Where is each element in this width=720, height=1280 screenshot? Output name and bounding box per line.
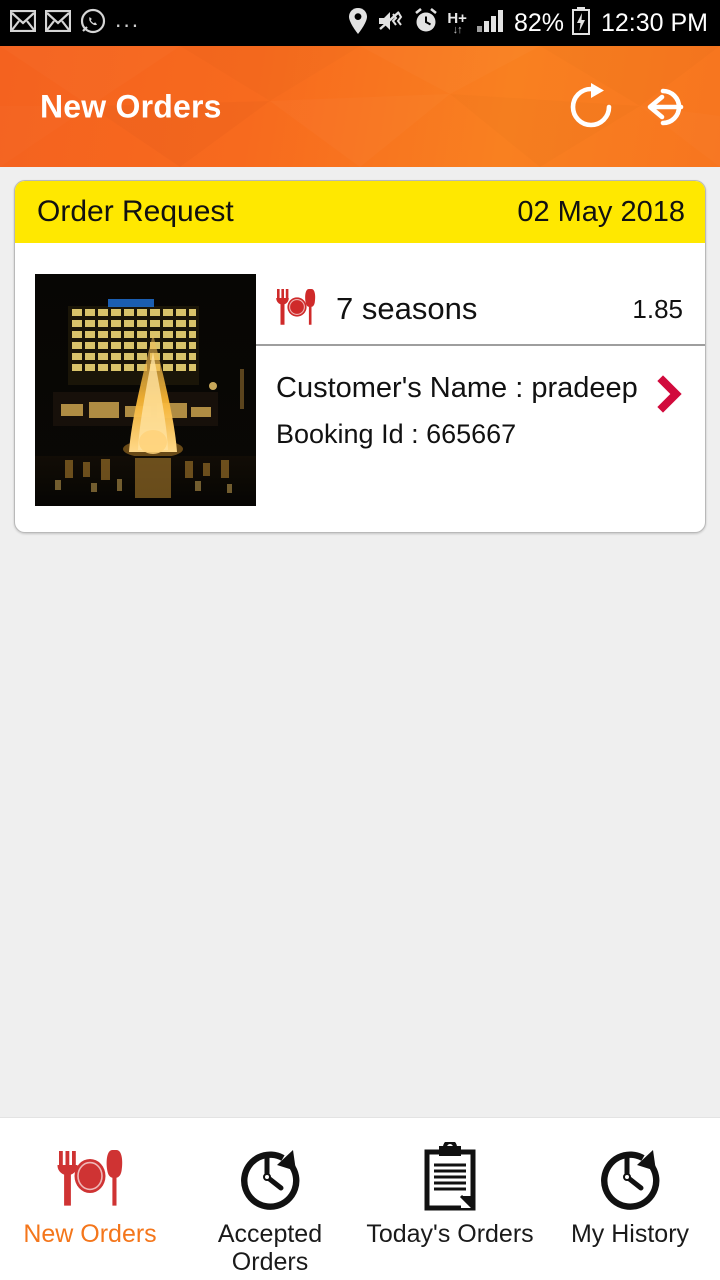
restaurant-cutlery-icon xyxy=(274,286,318,333)
clock-arrow-icon xyxy=(593,1140,667,1216)
location-pin-icon xyxy=(347,7,369,40)
customer-details[interactable]: Customer's Name : pradeep Booking Id : 6… xyxy=(256,346,705,450)
nav-label-accepted-orders: Accepted Orders xyxy=(217,1220,323,1276)
refresh-icon xyxy=(570,82,612,127)
battery-charging-icon xyxy=(571,6,590,40)
network-type-indicator: H+ ↓↑ xyxy=(447,11,467,36)
vibrate-mute-icon xyxy=(377,8,405,39)
chevron-right-icon[interactable] xyxy=(657,374,683,419)
order-details: 7 seasons 1.85 Customer's Name : pradeep… xyxy=(256,274,705,506)
gmail-icon xyxy=(9,9,37,37)
page-title: New Orders xyxy=(40,88,222,124)
nav-item-my-history[interactable]: My History xyxy=(540,1118,720,1280)
order-request-title: Order Request xyxy=(37,195,234,228)
nav-label-my-history: My History xyxy=(570,1220,690,1248)
alarm-clock-icon xyxy=(413,7,439,39)
nav-item-new-orders[interactable]: New Orders xyxy=(0,1118,180,1280)
nav-label-new-orders: New Orders xyxy=(23,1220,157,1248)
signal-bars-icon xyxy=(476,9,506,38)
app-bar: New Orders xyxy=(0,46,720,167)
order-date: 02 May 2018 xyxy=(517,195,685,228)
customer-name: Customer's Name : pradeep xyxy=(276,372,638,404)
restaurant-name: 7 seasons xyxy=(336,291,478,326)
battery-percent-label: 82% xyxy=(513,8,564,37)
refresh-button[interactable] xyxy=(562,78,620,136)
gmail-icon xyxy=(44,9,72,37)
logout-button[interactable] xyxy=(638,78,696,136)
restaurant-thumbnail xyxy=(35,274,256,506)
bottom-navigation: New Orders Accepted Orders Today's Order… xyxy=(0,1117,720,1280)
data-transfer-arrows: ↓↑ xyxy=(452,23,463,36)
nav-label-todays-orders: Today's Orders xyxy=(366,1220,534,1248)
whatsapp-icon xyxy=(80,8,106,39)
restaurant-rating: 1.85 xyxy=(632,293,683,324)
clipboard-icon xyxy=(419,1140,481,1216)
status-bar: ... H+ ↓↑ 82% 12:30 PM xyxy=(0,0,720,46)
status-bar-notifications: ... xyxy=(9,5,347,39)
nav-item-accepted-orders[interactable]: Accepted Orders xyxy=(180,1118,360,1280)
app-bar-actions xyxy=(562,78,696,136)
clock-label: 12:30 PM xyxy=(600,8,708,37)
logout-icon xyxy=(647,88,684,125)
order-card-body: 7 seasons 1.85 Customer's Name : pradeep… xyxy=(15,243,705,532)
order-card-header: Order Request 02 May 2018 xyxy=(15,181,705,243)
booking-id: Booking Id : 665667 xyxy=(276,419,517,449)
order-card[interactable]: Order Request 02 May 2018 7 seasons 1.85… xyxy=(14,180,706,533)
restaurant-night-photo xyxy=(35,274,256,506)
restaurant-cutlery-icon xyxy=(50,1140,130,1216)
nav-item-todays-orders[interactable]: Today's Orders xyxy=(360,1118,540,1280)
restaurant-row: 7 seasons 1.85 xyxy=(256,274,705,346)
clock-arrow-icon xyxy=(233,1140,307,1216)
status-bar-system-icons: H+ ↓↑ 82% 12:30 PM xyxy=(347,6,708,40)
notification-overflow: ... xyxy=(115,5,141,32)
